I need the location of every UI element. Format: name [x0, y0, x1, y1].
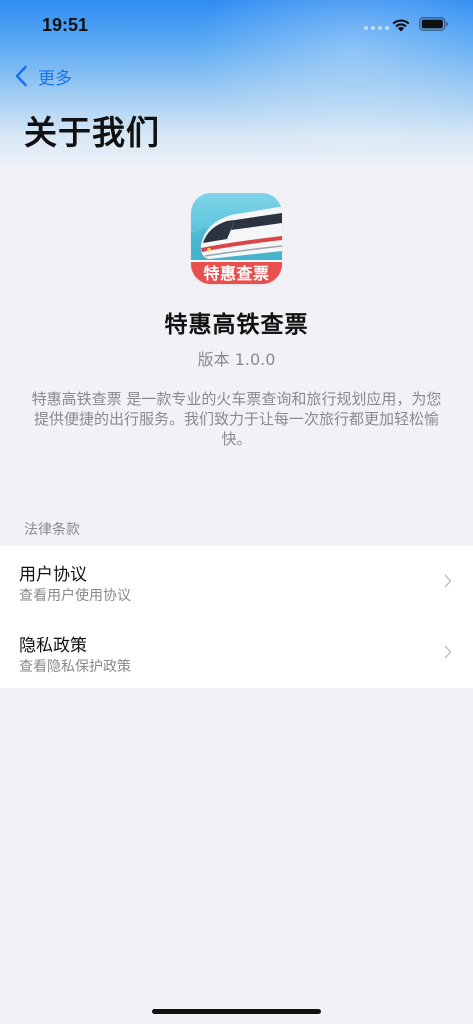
chevron-left-icon [15, 65, 27, 87]
battery-icon [419, 17, 448, 31]
row-title: 隐私政策 [19, 636, 87, 656]
chevron-right-icon [444, 645, 452, 659]
home-indicator[interactable] [152, 1009, 321, 1014]
row-subtitle: 查看用户使用协议 [19, 588, 131, 604]
back-button[interactable]: 更多 [14, 62, 72, 90]
legal-section-header: 法律条款 [24, 522, 80, 538]
app-version: 版本 1.0.0 [197, 350, 276, 369]
chevron-right-icon [444, 574, 452, 588]
row-title: 用户协议 [19, 565, 87, 585]
legal-list: 用户协议 查看用户使用协议 隐私政策 查看隐私保护政策 [0, 546, 473, 688]
app-description: 特惠高铁查票 是一款专业的火车票查询和旅行规划应用，为您提供便捷的出行服务。我们… [31, 390, 442, 448]
app-name: 特惠高铁查票 [164, 312, 309, 338]
screen: 19:51 更多 关于我们 特惠查票 特惠高铁查票 版本 1.0.0 特惠高铁查… [0, 0, 473, 1024]
cellular-signal-icon [364, 26, 389, 30]
status-bar: 19:51 [0, 0, 473, 52]
wifi-icon [392, 19, 410, 32]
status-time: 19:51 [42, 15, 89, 35]
app-icon: 特惠查票 [191, 193, 282, 284]
page-title: 关于我们 [24, 113, 160, 152]
back-button-label: 更多 [38, 68, 72, 89]
app-icon-label: 特惠查票 [191, 260, 282, 284]
user-agreement-row[interactable]: 用户协议 查看用户使用协议 [0, 546, 473, 617]
row-subtitle: 查看隐私保护政策 [19, 659, 131, 675]
privacy-policy-row[interactable]: 隐私政策 查看隐私保护政策 [0, 617, 473, 688]
